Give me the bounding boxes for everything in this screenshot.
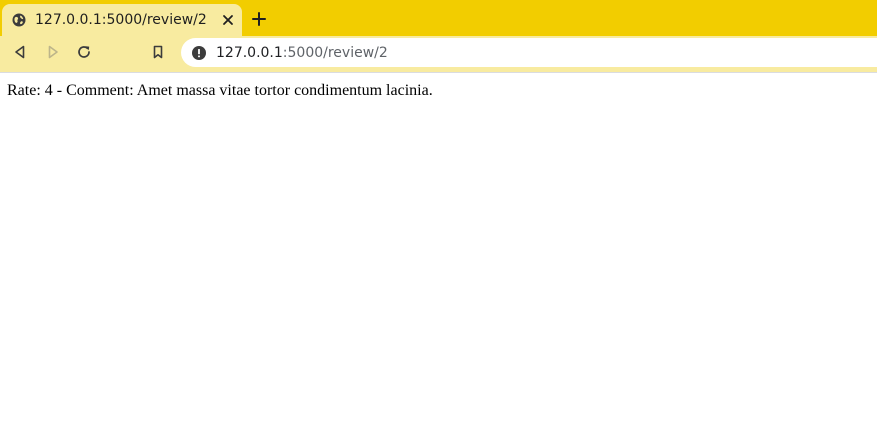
browser-window: 127.0.0.1:5000/review/2 127.0.0.1:5000/r… [0,0,877,435]
comment-label: Comment: [66,82,134,99]
tab-active[interactable]: 127.0.0.1:5000/review/2 [2,4,242,36]
forward-arrow-icon[interactable] [45,44,61,60]
separator: - [52,82,67,99]
back-arrow-icon[interactable] [12,44,28,60]
toolbar: 127.0.0.1:5000/review/2 [0,36,877,68]
address-bar[interactable]: 127.0.0.1:5000/review/2 [181,38,877,67]
globe-icon [12,13,26,27]
info-warning-icon[interactable] [192,46,206,60]
url-host: 127.0.0.1 [216,45,283,61]
review-text: Rate: 4 - Comment: Amet massa vitae tort… [7,81,433,100]
rate-label: Rate: [7,82,41,99]
tab-title: 127.0.0.1:5000/review/2 [35,12,207,28]
url-path: :5000/review/2 [282,45,388,61]
rate-value: 4 [44,82,53,99]
bookmark-icon[interactable] [150,44,166,60]
comment-text: Amet massa vitae tortor condimentum laci… [136,82,433,99]
close-icon[interactable] [222,14,234,26]
url-text[interactable]: 127.0.0.1:5000/review/2 [216,44,388,62]
reload-icon[interactable] [76,44,92,60]
plus-icon[interactable] [251,11,267,27]
page-content: Rate: 4 - Comment: Amet massa vitae tort… [0,73,877,435]
tab-strip: 127.0.0.1:5000/review/2 [0,0,877,36]
